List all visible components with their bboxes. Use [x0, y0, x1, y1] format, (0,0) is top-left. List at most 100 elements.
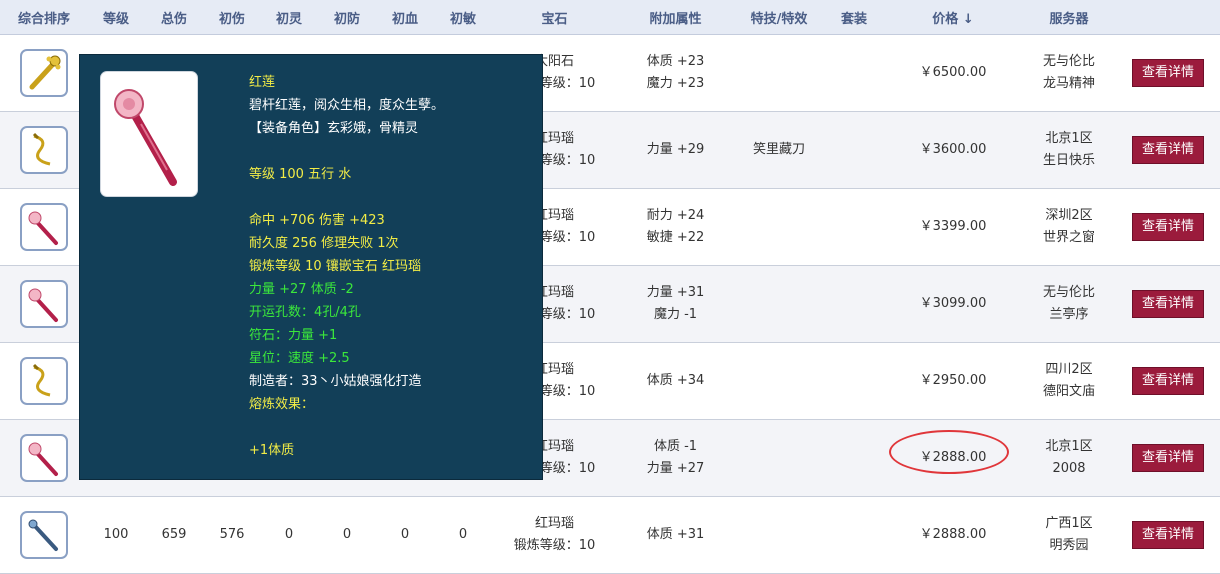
cell-set: [824, 342, 884, 420]
header-price-label: 价格: [932, 11, 959, 27]
header-level[interactable]: 等级: [88, 0, 144, 35]
view-details-button[interactable]: 查看详情: [1131, 367, 1204, 395]
cell-price: ￥2888.00: [884, 496, 1022, 574]
cell-set: [824, 265, 884, 343]
server-region: 北京1区: [1045, 131, 1093, 146]
cell-server: 北京1区 2008: [1022, 419, 1116, 497]
header-price[interactable]: 价格 ↓: [884, 0, 1022, 35]
view-details-button[interactable]: 查看详情: [1131, 444, 1204, 472]
server-region: 北京1区: [1045, 439, 1093, 454]
item-melt-value: +1体质: [249, 443, 295, 458]
cell-special: 笑里藏刀: [734, 111, 824, 189]
cell-special: [734, 496, 824, 574]
view-details-button[interactable]: 查看详情: [1131, 136, 1204, 164]
cell-set: [824, 111, 884, 189]
header-set: 套装: [824, 0, 884, 35]
header-total-damage[interactable]: 总伤: [144, 0, 204, 35]
item-holes: 开运孔数：4孔/4孔: [249, 305, 361, 320]
cell-price: ￥2950.00: [884, 342, 1022, 420]
golden-whip-icon[interactable]: [20, 357, 68, 405]
attr-line: 体质 +34: [646, 373, 705, 388]
server-name: 世界之窗: [1042, 230, 1095, 245]
cell-initial-agility: 0: [434, 496, 492, 574]
attr-line: 力量 +27: [646, 461, 705, 476]
cell-attrs: 体质 +23 魔力 +23: [617, 34, 734, 112]
cell-attrs: 体质 +34: [617, 342, 734, 420]
cell-price: ￥3099.00: [884, 265, 1022, 343]
cell-set: [824, 34, 884, 112]
cell-server: 深圳2区世界之窗: [1022, 188, 1116, 266]
blue-staff-icon[interactable]: [20, 511, 68, 559]
lotus-staff-icon[interactable]: [20, 280, 68, 328]
header-gem: 宝石: [492, 0, 617, 35]
header-extra-attrs: 附加属性: [617, 0, 734, 35]
table-row: 100 659 576 0 0 0 0 红玛瑙 锻炼等级：10 体质 +31 ￥2…: [0, 496, 1220, 574]
cell-set: [824, 496, 884, 574]
cell-special: [734, 265, 824, 343]
server-name: 2008: [1052, 461, 1086, 476]
gem-name: 红玛瑙: [534, 516, 574, 531]
cell-initial-damage: 576: [204, 496, 260, 574]
view-details-button[interactable]: 查看详情: [1131, 521, 1204, 549]
cell-initial-spirit: 0: [260, 496, 318, 574]
server-name: 生日快乐: [1042, 153, 1095, 168]
attr-line: 体质 -1: [653, 439, 698, 454]
cell-special: [734, 419, 824, 497]
view-details-button[interactable]: 查看详情: [1131, 59, 1204, 87]
cell-price: ￥3600.00: [884, 111, 1022, 189]
cell-total-damage: 659: [144, 496, 204, 574]
item-level-element: 等级 100 五行 水: [249, 167, 352, 182]
cell-level: 100: [88, 496, 144, 574]
attr-line: 体质 +31: [646, 527, 705, 542]
server-region: 四川2区: [1045, 362, 1093, 377]
server-name: 德阳文庙: [1042, 384, 1095, 399]
cell-server: 北京1区生日快乐: [1022, 111, 1116, 189]
server-region: 广西1区: [1045, 516, 1093, 531]
item-star: 星位：速度 +2.5: [249, 351, 350, 366]
cell-set: [824, 188, 884, 266]
server-region: 深圳2区: [1045, 208, 1093, 223]
attr-line: 魔力 -1: [653, 307, 698, 322]
cell-gem: 红玛瑙 锻炼等级：10: [492, 496, 617, 574]
header-initial-agility[interactable]: 初敏: [434, 0, 492, 35]
item-stats: 力量 +27 体质 -2: [249, 282, 354, 297]
view-details-button[interactable]: 查看详情: [1131, 290, 1204, 318]
item-forge: 锻炼等级 10 镶嵌宝石 红玛瑙: [249, 259, 421, 274]
tooltip-text: 红莲 碧杆红莲，阅众生相，度众生孽。 【装备角色】玄彩娥，骨精灵 等级 100 …: [249, 71, 539, 462]
lotus-staff-icon[interactable]: [20, 203, 68, 251]
server-region: 无与伦比: [1042, 54, 1095, 69]
cell-price: ￥6500.00: [884, 34, 1022, 112]
lotus-staff-icon: [100, 71, 198, 197]
header-action: [1116, 0, 1220, 35]
header-initial-damage[interactable]: 初伤: [204, 0, 260, 35]
server-name: 兰亭序: [1049, 307, 1089, 322]
item-rune: 符石：力量 +1: [249, 328, 338, 343]
header-special: 特技/特效: [734, 0, 824, 35]
attr-line: 敏捷 +22: [646, 230, 705, 245]
cell-attrs: 体质 +31: [617, 496, 734, 574]
cell-attrs: 力量 +31 魔力 -1: [617, 265, 734, 343]
golden-whip-icon[interactable]: [20, 126, 68, 174]
cell-server: 广西1区 明秀园: [1022, 496, 1116, 574]
item-hit-damage: 命中 +706 伤害 +423: [249, 213, 385, 228]
header-sort-overall[interactable]: 综合排序: [0, 0, 88, 35]
header-initial-hp[interactable]: 初血: [376, 0, 434, 35]
table-header-row: 综合排序 等级 总伤 初伤 初灵 初防 初血 初敏 宝石 附加属性 特技/特效 …: [0, 0, 1220, 35]
server-name: 龙马精神: [1042, 76, 1095, 91]
cell-special: [734, 34, 824, 112]
attr-line: 魔力 +23: [646, 76, 705, 91]
attr-line: 体质 +23: [646, 54, 705, 69]
item-melt-label: 熔炼效果：: [249, 397, 315, 412]
cell-special: [734, 188, 824, 266]
header-initial-defense[interactable]: 初防: [318, 0, 376, 35]
header-initial-spirit[interactable]: 初灵: [260, 0, 318, 35]
item-durability: 耐久度 256 修理失败 1次: [249, 236, 399, 251]
golden-staff-icon[interactable]: [20, 49, 68, 97]
cell-special: [734, 342, 824, 420]
view-details-button[interactable]: 查看详情: [1131, 213, 1204, 241]
attr-line: 耐力 +24: [646, 208, 705, 223]
cell-set: [824, 419, 884, 497]
cell-price: ￥2888.00: [884, 419, 1022, 497]
lotus-staff-icon[interactable]: [20, 434, 68, 482]
attr-line: 力量 +29: [646, 142, 705, 157]
